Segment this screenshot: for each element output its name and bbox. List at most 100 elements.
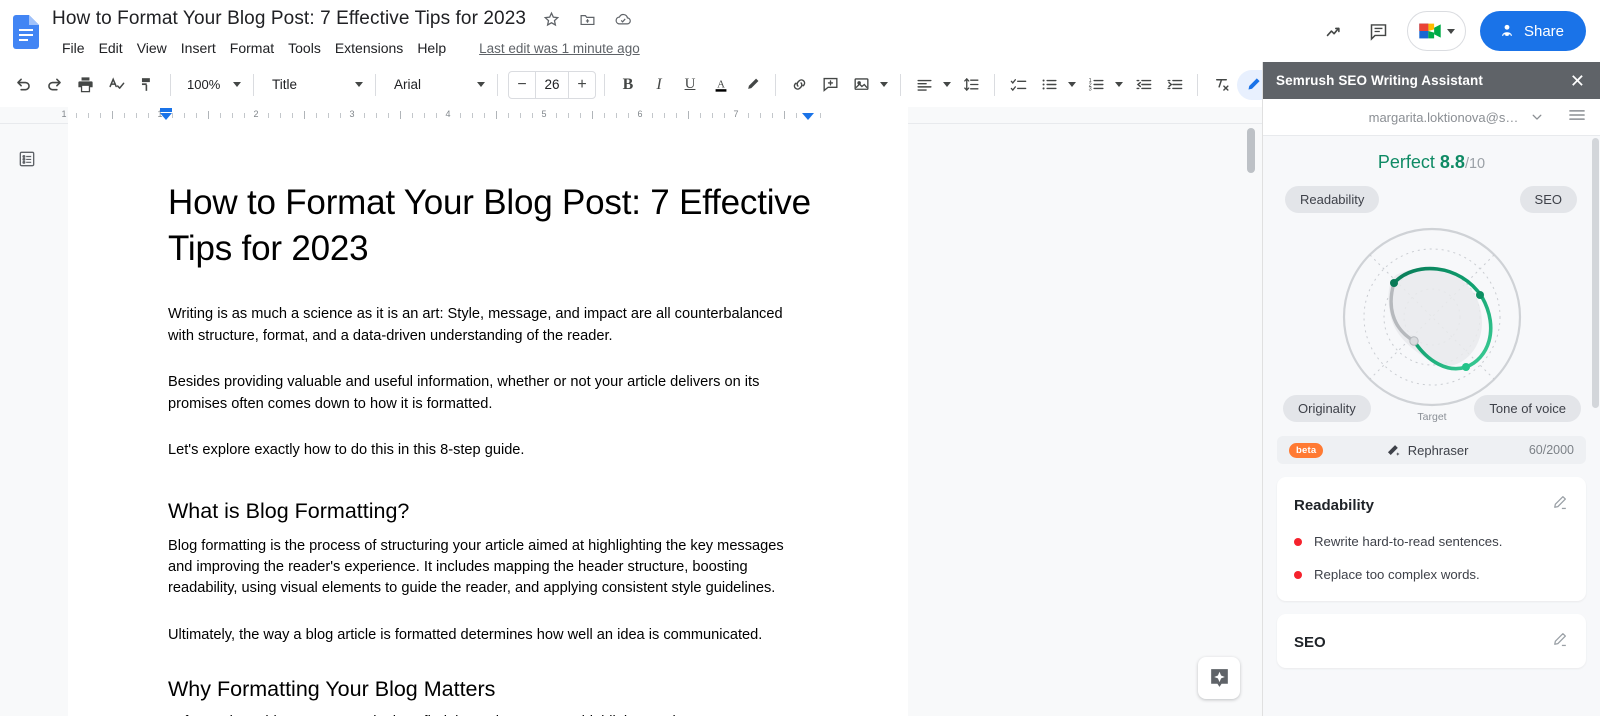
show-document-outline-button[interactable] bbox=[13, 145, 41, 173]
title-and-menus: How to Format Your Blog Post: 7 Effectiv… bbox=[52, 4, 640, 60]
paragraph-style-value: Title bbox=[272, 77, 298, 92]
document-paragraph[interactable]: In formatting a blog post, your aim is t… bbox=[168, 712, 811, 716]
ruler-tick bbox=[244, 113, 245, 118]
clear-formatting-icon[interactable] bbox=[1206, 70, 1236, 100]
document-scrollbar[interactable] bbox=[1246, 124, 1256, 716]
issue-text: Replace too complex words. bbox=[1314, 567, 1480, 583]
ruler-tick bbox=[556, 113, 557, 118]
redo-icon[interactable] bbox=[39, 70, 69, 100]
google-meet-button[interactable] bbox=[1406, 11, 1466, 51]
decrease-indent-icon[interactable] bbox=[1128, 70, 1158, 100]
insert-link-icon[interactable] bbox=[784, 70, 814, 100]
last-edit-status[interactable]: Last edit was 1 minute ago bbox=[479, 41, 640, 56]
bold-button[interactable]: B bbox=[613, 70, 643, 100]
star-icon[interactable] bbox=[540, 8, 562, 30]
rephraser-bar[interactable]: beta Rephraser 60/2000 bbox=[1277, 436, 1586, 464]
document-heading-2[interactable]: Why Formatting Your Blog Matters bbox=[168, 676, 811, 704]
numbered-list-chevron-down-icon[interactable] bbox=[1111, 70, 1127, 100]
metric-pill-readability[interactable]: Readability bbox=[1285, 186, 1380, 213]
right-indent-marker[interactable] bbox=[802, 113, 814, 120]
comment-history-icon[interactable] bbox=[1359, 11, 1399, 51]
left-indent-marker[interactable] bbox=[160, 113, 172, 120]
radar-point-seo bbox=[1476, 291, 1484, 299]
highlight-color-button[interactable] bbox=[737, 70, 767, 100]
close-icon[interactable]: ✕ bbox=[1570, 72, 1585, 90]
edit-pencil-icon[interactable] bbox=[1550, 493, 1569, 517]
decrease-font-size-button[interactable]: − bbox=[509, 72, 535, 98]
page-title[interactable]: How to Format Your Blog Post: 7 Effectiv… bbox=[52, 8, 526, 30]
document-paragraph[interactable]: Let's explore exactly how to do this in … bbox=[168, 440, 811, 461]
document-scrollbar-thumb[interactable] bbox=[1247, 128, 1255, 173]
document-paragraph[interactable]: Blog formatting is the process of struct… bbox=[168, 536, 811, 600]
ruler-track[interactable]: 11234567 bbox=[61, 107, 908, 124]
share-person-icon bbox=[1502, 24, 1512, 37]
increase-indent-icon[interactable] bbox=[1159, 70, 1189, 100]
edit-pencil-icon[interactable] bbox=[1550, 630, 1569, 654]
document-paragraph[interactable]: Besides providing valuable and useful in… bbox=[168, 372, 811, 415]
swa-scrollbar-thumb[interactable] bbox=[1592, 138, 1599, 408]
toolbar-divider bbox=[497, 73, 498, 96]
line-spacing-icon[interactable] bbox=[956, 70, 986, 100]
ruler-number: 1 bbox=[61, 109, 67, 119]
print-icon[interactable] bbox=[70, 70, 100, 100]
ruler-number: 4 bbox=[445, 109, 451, 119]
readability-issue: Rewrite hard-to-read sentences. bbox=[1294, 533, 1569, 550]
first-line-indent-marker[interactable] bbox=[160, 108, 172, 112]
semrush-seo-writing-assistant-panel: Semrush SEO Writing Assistant ✕ margarit… bbox=[1262, 62, 1600, 716]
menu-file[interactable]: File bbox=[55, 37, 92, 59]
readability-card-title: Readability bbox=[1294, 496, 1375, 514]
paragraph-style-select[interactable]: Title bbox=[262, 71, 367, 99]
menu-format[interactable]: Format bbox=[223, 37, 281, 59]
hamburger-menu-icon[interactable] bbox=[1567, 105, 1587, 130]
spellcheck-icon[interactable] bbox=[101, 70, 131, 100]
insert-image-icon[interactable] bbox=[846, 70, 876, 100]
cloud-saved-icon[interactable] bbox=[612, 8, 634, 30]
menu-help[interactable]: Help bbox=[410, 37, 453, 59]
increase-font-size-button[interactable]: + bbox=[569, 72, 595, 98]
paint-format-icon[interactable] bbox=[132, 70, 162, 100]
undo-icon[interactable] bbox=[8, 70, 38, 100]
menu-extensions[interactable]: Extensions bbox=[328, 37, 410, 59]
ruler-tick bbox=[796, 113, 797, 118]
document-heading-2[interactable]: What is Blog Formatting? bbox=[168, 498, 811, 526]
document-paragraph[interactable]: Writing is as much a science as it is an… bbox=[168, 304, 811, 347]
checklist-icon[interactable] bbox=[1003, 70, 1033, 100]
bulleted-list-icon[interactable] bbox=[1034, 70, 1064, 100]
menu-edit[interactable]: Edit bbox=[92, 37, 130, 59]
ruler-number: 2 bbox=[253, 109, 259, 119]
ruler-tick bbox=[88, 113, 89, 118]
highlight-pen-icon bbox=[747, 78, 758, 89]
ruler-tick bbox=[568, 113, 569, 118]
font-family-select[interactable]: Arial bbox=[384, 71, 489, 99]
activity-dashboard-icon[interactable] bbox=[1315, 11, 1355, 51]
add-comment-icon[interactable] bbox=[815, 70, 845, 100]
bulleted-list-chevron-down-icon[interactable] bbox=[1064, 70, 1080, 100]
text-color-button[interactable]: A bbox=[706, 70, 736, 100]
google-docs-logo[interactable] bbox=[6, 8, 46, 55]
document-page[interactable]: How to Format Your Blog Post: 7 Effectiv… bbox=[68, 124, 908, 716]
menu-insert[interactable]: Insert bbox=[174, 37, 223, 59]
explore-sparkle-icon bbox=[1210, 668, 1228, 687]
font-size-input[interactable]: 26 bbox=[535, 71, 569, 98]
menu-view[interactable]: View bbox=[130, 37, 174, 59]
toolbar-divider bbox=[900, 73, 901, 96]
menu-tools[interactable]: Tools bbox=[281, 37, 328, 59]
ruler[interactable]: 11234567 bbox=[0, 107, 1262, 124]
align-left-icon[interactable] bbox=[909, 70, 939, 100]
move-to-folder-icon[interactable] bbox=[576, 8, 598, 30]
align-chevron-down-icon[interactable] bbox=[939, 70, 955, 100]
account-select[interactable]: margarita.loktionova@s… bbox=[1263, 110, 1600, 125]
document-paragraph[interactable]: Ultimately, the way a blog article is fo… bbox=[168, 625, 811, 646]
insert-image-chevron-down-icon[interactable] bbox=[876, 70, 892, 100]
ruler-tick bbox=[484, 113, 485, 118]
zoom-select[interactable]: 100% bbox=[179, 71, 245, 99]
italic-button[interactable]: I bbox=[644, 70, 674, 100]
document-heading-1[interactable]: How to Format Your Blog Post: 7 Effectiv… bbox=[168, 180, 811, 272]
numbered-list-icon[interactable]: 1 2 3 bbox=[1081, 70, 1111, 100]
explore-button[interactable] bbox=[1198, 657, 1240, 699]
share-button[interactable]: Share bbox=[1479, 11, 1586, 51]
underline-button[interactable]: U bbox=[675, 70, 705, 100]
numbered-list-combo: 1 2 3 bbox=[1081, 70, 1127, 100]
metric-pill-seo[interactable]: SEO bbox=[1519, 186, 1577, 213]
score-label: Perfect bbox=[1377, 152, 1435, 172]
